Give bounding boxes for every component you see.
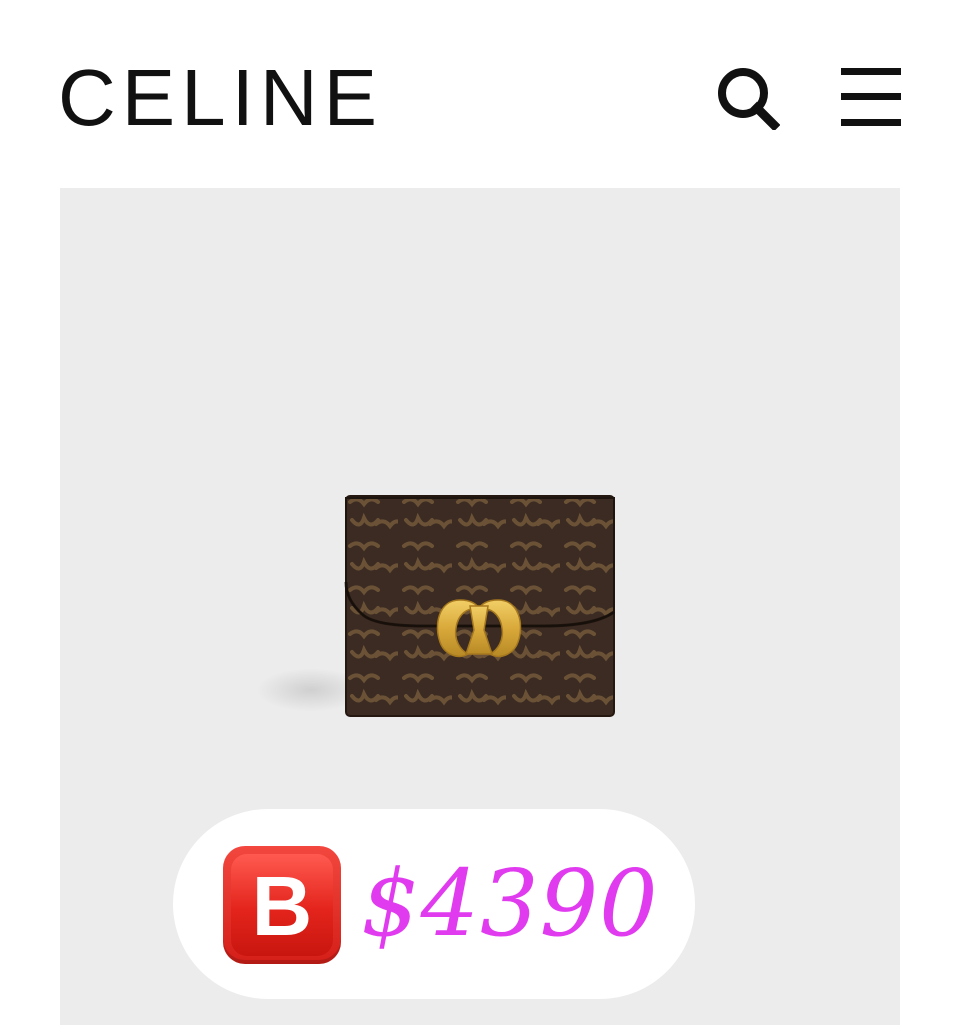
b-button-icon: B — [223, 846, 341, 964]
brand-logo[interactable]: CELINE — [58, 56, 383, 140]
menu-button[interactable] — [836, 62, 906, 132]
site-header: CELINE — [0, 0, 960, 188]
search-button[interactable] — [712, 62, 782, 132]
price-tag: B $4390 — [173, 809, 695, 999]
search-icon — [718, 68, 780, 130]
product-page: CELINE B $4390 — [0, 0, 960, 1025]
triomphe-wallet-image[interactable] — [344, 494, 616, 718]
product-price: $4390 — [361, 850, 659, 957]
hamburger-menu-icon — [841, 68, 901, 126]
triomphe-clasp — [436, 599, 522, 658]
product-image-panel[interactable]: B $4390 — [60, 188, 900, 1025]
